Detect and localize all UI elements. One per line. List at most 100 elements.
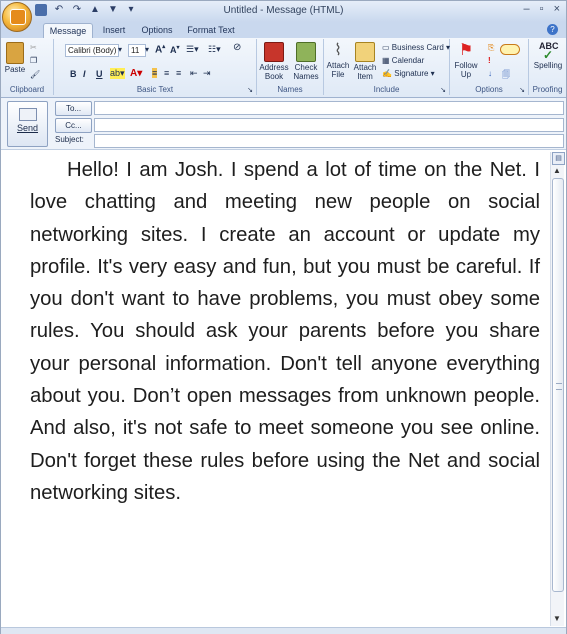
tab-format-text[interactable]: Format Text: [182, 23, 240, 38]
names-group-label: Names: [277, 85, 303, 94]
attach-item-label: Attach Item: [353, 63, 377, 81]
options-group: ⚑ Follow Up ⎘ ! ↓ 🗐 Options ↘: [450, 39, 529, 95]
cc-button[interactable]: Cc...: [55, 118, 92, 133]
window-bottom-bar: [1, 627, 566, 634]
include-launcher-icon[interactable]: ↘: [440, 86, 446, 94]
proofing-group: ABC ✓ Spelling Proofing: [529, 39, 566, 95]
high-importance-icon[interactable]: !: [488, 56, 491, 65]
close-icon[interactable]: ×: [554, 3, 560, 15]
send-icon: [18, 108, 37, 121]
bold-button[interactable]: B: [70, 68, 77, 80]
options-group-label: Options: [475, 85, 503, 94]
align-center-icon[interactable]: ≡: [164, 68, 169, 78]
to-button[interactable]: To...: [55, 101, 92, 116]
tab-message[interactable]: Message: [43, 23, 93, 39]
font-size-dropdown-icon[interactable]: ▾: [145, 45, 149, 54]
clipboard-group: Paste ✂ ❐ 🖌 Clipboard: [1, 39, 54, 95]
address-book-button[interactable]: Address Book: [259, 42, 289, 81]
tab-options[interactable]: Options: [136, 23, 178, 38]
office-button[interactable]: [2, 2, 32, 32]
cut-icon[interactable]: ✂: [30, 43, 37, 52]
vertical-scrollbar[interactable]: ▤ ▲ ▼: [550, 152, 565, 626]
office-logo-icon: [10, 9, 26, 25]
shrink-font-icon[interactable]: A▾: [170, 44, 180, 55]
options-highlighted-button[interactable]: [500, 44, 520, 55]
options-extra-icon[interactable]: 🗐: [502, 69, 510, 83]
address-book-icon: [264, 42, 284, 62]
format-painter-icon[interactable]: 🖌: [30, 70, 40, 79]
attach-item-button[interactable]: Attach Item: [352, 42, 378, 81]
bullets-icon[interactable]: ☰▾: [186, 44, 199, 55]
ribbon-tabs: Message Insert Options Format Text ?: [1, 22, 566, 39]
address-area: Send To... Cc... Subject:: [1, 98, 566, 150]
calendar-label: Calendar: [391, 56, 425, 65]
paste-button[interactable]: Paste: [4, 42, 26, 74]
paste-icon: [6, 42, 24, 64]
cc-field[interactable]: [94, 118, 564, 132]
window-title: Untitled - Message (HTML): [223, 5, 344, 16]
business-card-button[interactable]: ▭ Business Card ▾: [382, 43, 450, 52]
scroll-down-icon[interactable]: ▼: [553, 614, 561, 623]
spelling-label: Spelling: [533, 61, 563, 70]
basic-text-group-label: Basic Text: [136, 85, 174, 94]
copy-icon[interactable]: ❐: [30, 56, 37, 65]
follow-up-label: Follow Up: [454, 61, 478, 79]
align-left-icon[interactable]: ≡: [152, 68, 158, 78]
include-group-label: Include: [373, 85, 400, 94]
font-color-icon[interactable]: A▾: [130, 68, 142, 79]
message-body-area[interactable]: Hello! I am Josh. I spend a lot of time …: [3, 152, 548, 626]
to-field[interactable]: [94, 101, 564, 115]
minimize-icon[interactable]: –: [524, 3, 530, 15]
title-bar: ↶ ↷ ▲ ▼ ▾ Untitled - Message (HTML) – ▫ …: [1, 1, 566, 32]
font-name-box[interactable]: Calibri (Body): [65, 44, 119, 57]
spelling-button[interactable]: ABC ✓ Spelling: [531, 41, 565, 71]
follow-up-button[interactable]: ⚑ Follow Up: [452, 42, 480, 79]
business-card-label: Business Card: [391, 43, 444, 52]
basic-text-launcher-icon[interactable]: ↘: [247, 86, 253, 94]
signature-button[interactable]: ✍ Signature ▾: [382, 69, 435, 78]
font-size-box[interactable]: 11: [128, 44, 146, 57]
message-body-text[interactable]: Hello! I am Josh. I spend a lot of time …: [30, 154, 540, 509]
check-names-button[interactable]: Check Names: [291, 42, 321, 81]
tab-insert[interactable]: Insert: [96, 23, 132, 38]
underline-button[interactable]: U: [96, 68, 103, 80]
proofing-group-label: Proofing: [532, 85, 563, 94]
help-icon[interactable]: ?: [547, 24, 558, 35]
italic-button[interactable]: I: [83, 68, 86, 80]
basic-text-group: Calibri (Body) ▾ 11 ▾ A▴ A▾ ☰▾ ☷▾ ⊘ B I …: [54, 39, 257, 95]
highlight-color-icon[interactable]: ab▾: [110, 68, 125, 79]
low-importance-icon[interactable]: ↓: [488, 69, 492, 78]
ribbon: Paste ✂ ❐ 🖌 Clipboard Calibri (Body) ▾ 1…: [1, 38, 566, 98]
subject-label: Subject:: [55, 135, 84, 144]
subject-field[interactable]: [94, 134, 564, 148]
ruler-toggle-icon[interactable]: ▤: [552, 152, 565, 165]
clear-formatting-icon[interactable]: ⊘: [233, 42, 241, 53]
scrollbar-thumb[interactable]: [552, 178, 564, 592]
numbering-icon[interactable]: ☷▾: [208, 44, 221, 55]
send-button[interactable]: Send: [7, 101, 48, 147]
spelling-check-icon: ABC ✓: [539, 41, 559, 62]
outlook-message-window: ↶ ↷ ▲ ▼ ▾ Untitled - Message (HTML) – ▫ …: [0, 0, 567, 634]
scroll-up-icon[interactable]: ▲: [553, 166, 561, 175]
maximize-icon[interactable]: ▫: [540, 3, 544, 15]
options-launcher-icon[interactable]: ↘: [519, 86, 525, 94]
flag-icon: ⚑: [458, 42, 474, 59]
signature-label: Signature: [394, 69, 429, 78]
increase-indent-icon[interactable]: ⇥: [203, 68, 211, 79]
send-label: Send: [16, 123, 39, 133]
grow-font-icon[interactable]: A▴: [155, 43, 165, 55]
calendar-button[interactable]: ▦ Calendar: [382, 56, 424, 65]
paste-label: Paste: [4, 65, 26, 74]
address-book-label: Address Book: [259, 63, 289, 81]
window-controls: – ▫ ×: [524, 3, 560, 15]
font-name-dropdown-icon[interactable]: ▾: [118, 45, 122, 54]
attach-file-button[interactable]: ⌇ Attach File: [325, 42, 351, 79]
align-right-icon[interactable]: ≡: [176, 68, 181, 78]
envelope-icon: [355, 42, 375, 62]
names-group: Address Book Check Names Names: [257, 39, 324, 95]
decrease-indent-icon[interactable]: ⇤: [190, 68, 198, 79]
permission-icon[interactable]: ⎘: [488, 43, 494, 53]
scrollbar-grip-icon: [556, 383, 562, 390]
paperclip-icon: ⌇: [334, 42, 342, 59]
attach-file-label: Attach File: [326, 61, 350, 79]
